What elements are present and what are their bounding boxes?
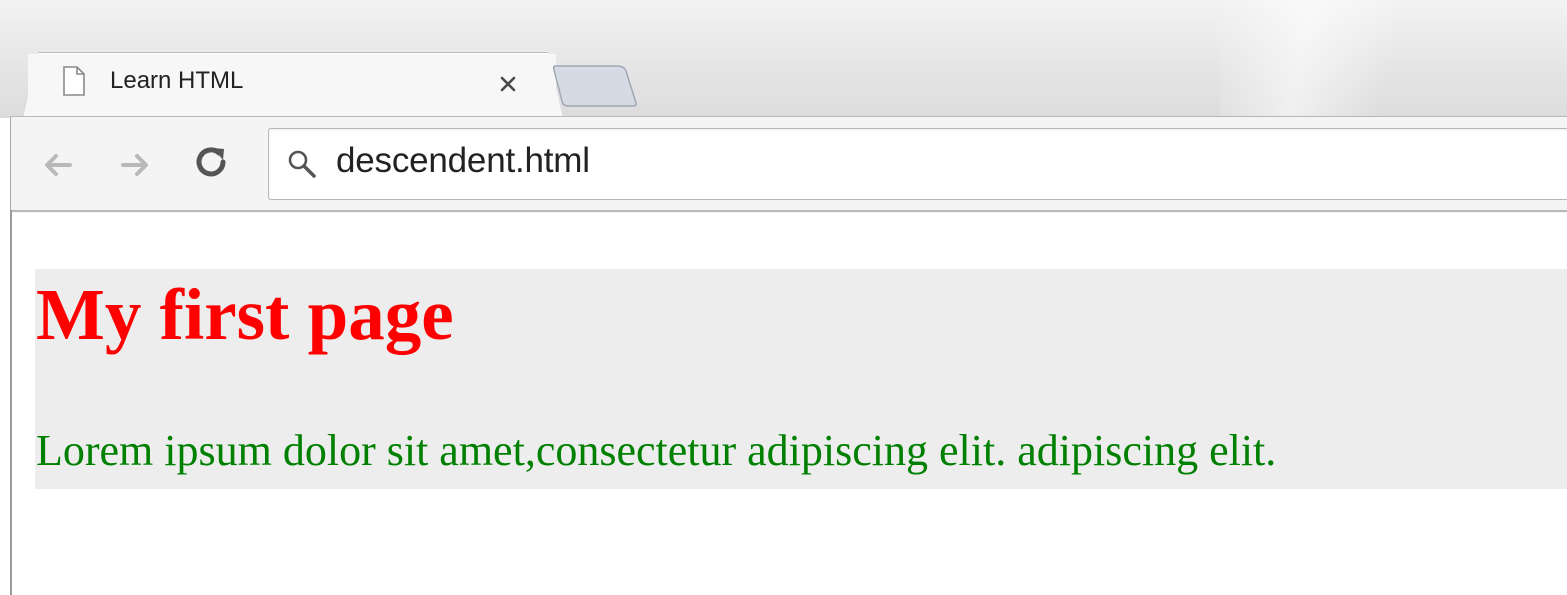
page-icon (63, 66, 85, 96)
toolbar-divider (10, 210, 1567, 212)
window-left-edge (10, 210, 12, 595)
new-tab-icon[interactable] (552, 65, 638, 107)
reload-icon[interactable] (192, 143, 232, 183)
page-paragraph: Lorem ipsum dolor sit amet,consectetur a… (36, 426, 1277, 475)
address-bar-text[interactable]: descendent.html (336, 141, 590, 181)
browser-tab-active[interactable] (28, 54, 556, 122)
page-heading: My first page (36, 274, 454, 355)
close-icon[interactable] (495, 71, 521, 97)
tab-title: Learn HTML (110, 67, 244, 94)
forward-arrow-icon[interactable] (115, 145, 155, 185)
search-icon (288, 150, 316, 178)
back-arrow-icon[interactable] (38, 145, 78, 185)
